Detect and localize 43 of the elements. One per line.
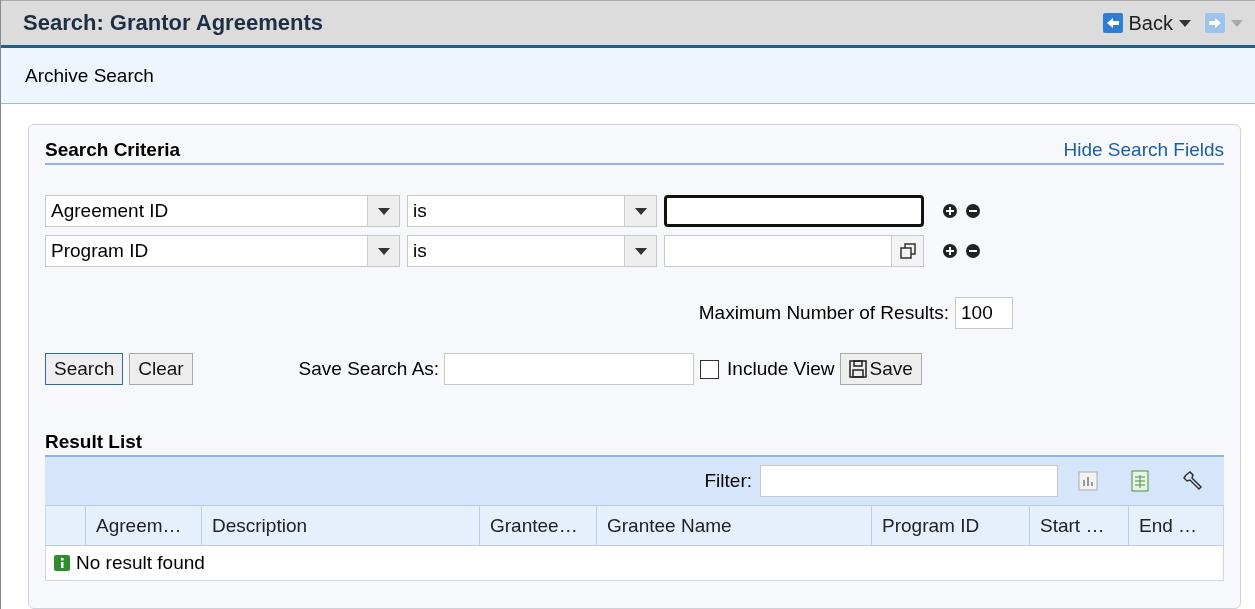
column-header[interactable]: Description bbox=[201, 506, 479, 545]
search-button[interactable]: Search bbox=[45, 353, 124, 385]
save-button[interactable]: Save bbox=[840, 353, 922, 385]
add-icon[interactable] bbox=[942, 243, 958, 259]
window-title: Search: Grantor Agreements bbox=[23, 10, 323, 36]
column-header[interactable]: Agreem… bbox=[85, 506, 201, 545]
remove-icon[interactable] bbox=[965, 203, 981, 219]
caret-icon bbox=[634, 247, 647, 255]
caret-icon bbox=[377, 207, 390, 215]
caret-icon bbox=[634, 207, 647, 215]
hide-fields-link[interactable]: Hide Search Fields bbox=[1063, 139, 1224, 161]
column-header[interactable]: Start … bbox=[1029, 506, 1128, 545]
clear-button[interactable]: Clear bbox=[129, 353, 193, 385]
column-header[interactable]: Program ID bbox=[871, 506, 1029, 545]
include-view-checkbox[interactable] bbox=[700, 359, 720, 379]
max-results-field[interactable]: 100 bbox=[955, 297, 1013, 329]
chart-icon[interactable] bbox=[1078, 471, 1098, 491]
operator-dropdown[interactable]: is bbox=[407, 235, 657, 267]
remove-icon[interactable] bbox=[965, 243, 981, 259]
subheader-title: Archive Search bbox=[25, 64, 154, 87]
caret-icon bbox=[377, 247, 390, 255]
column-header[interactable]: Grantee Name bbox=[596, 506, 871, 545]
max-results-label: Maximum Number of Results: bbox=[698, 302, 949, 324]
operator-dropdown[interactable]: is bbox=[407, 195, 657, 227]
back-button[interactable]: Back bbox=[1102, 11, 1173, 35]
field-dropdown[interactable]: Program ID bbox=[45, 235, 400, 267]
empty-message: No result found bbox=[76, 552, 205, 574]
save-as-label: Save Search As: bbox=[298, 358, 440, 380]
field-dropdown[interactable]: Agreement ID bbox=[45, 195, 400, 227]
filter-field[interactable] bbox=[760, 465, 1058, 497]
value-field[interactable] bbox=[664, 195, 924, 227]
add-icon[interactable] bbox=[942, 203, 958, 219]
section-title: Search Criteria bbox=[45, 139, 181, 161]
info-icon bbox=[54, 555, 70, 571]
save-icon bbox=[849, 360, 868, 378]
filter-label: Filter: bbox=[704, 470, 752, 492]
caret-icon bbox=[1179, 19, 1191, 27]
include-view-label: Include View bbox=[727, 358, 835, 380]
value-help-icon[interactable] bbox=[899, 243, 916, 259]
column-header[interactable]: End … bbox=[1128, 506, 1223, 545]
save-as-field[interactable] bbox=[444, 353, 695, 385]
column-header[interactable]: Grantee… bbox=[479, 506, 596, 545]
wrench-icon[interactable] bbox=[1182, 470, 1204, 492]
